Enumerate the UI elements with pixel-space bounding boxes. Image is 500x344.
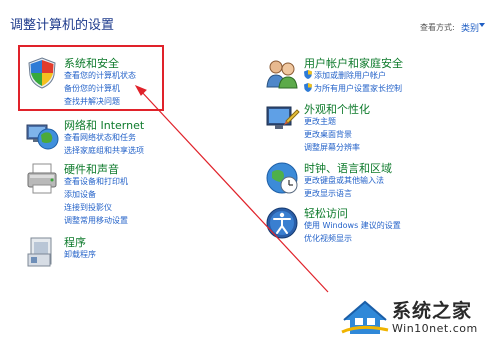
link-recommended-settings[interactable]: 使用 Windows 建议的设置: [304, 220, 401, 231]
watermark-title: 系统之家: [392, 300, 473, 322]
category-title-programs[interactable]: 程序: [64, 234, 86, 250]
watermark: 系统之家 Win10net.com: [340, 294, 500, 342]
appearance-icon: [266, 106, 300, 129]
watermark-url: Win10net.com: [392, 322, 478, 335]
category-programs: 程序 卸载程序: [24, 234, 174, 270]
link-optimize-visual[interactable]: 优化视频显示: [304, 233, 352, 244]
highlight-box: [18, 45, 164, 111]
ease-of-access-icon: [266, 207, 298, 239]
clock-globe-icon: [266, 162, 298, 194]
globe-network-icon: [26, 124, 59, 150]
category-user-accounts: 用户帐户和家庭安全 添加或删除用户帐户 为所有用户设置家长控制: [264, 55, 434, 95]
category-title-appearance[interactable]: 外观和个性化: [304, 101, 370, 117]
category-appearance: 外观和个性化 更改主题 更改桌面背景 调整屏幕分辨率: [264, 101, 414, 153]
link-screen-resolution[interactable]: 调整屏幕分辨率: [304, 142, 360, 153]
view-by-label: 查看方式:: [420, 23, 455, 32]
users-icon: [266, 60, 298, 89]
link-desktop-background[interactable]: 更改桌面背景: [304, 129, 352, 140]
uac-shield-icon: [304, 70, 312, 79]
category-title-ease-of-access[interactable]: 轻松访问: [304, 205, 348, 221]
link-devices-printers[interactable]: 查看设备和打印机: [64, 176, 128, 187]
link-mobility-settings[interactable]: 调整常用移动设置: [64, 215, 128, 226]
link-add-remove-accounts-text: 添加或删除用户帐户: [314, 71, 386, 80]
link-network-status[interactable]: 查看网络状态和任务: [64, 132, 136, 143]
link-change-theme[interactable]: 更改主题: [304, 116, 336, 127]
category-clock-language: 时钟、语言和区域 更改键盘或其他输入法 更改显示语言: [264, 160, 434, 200]
link-parental-controls[interactable]: 为所有用户设置家长控制: [304, 83, 402, 94]
category-hardware: 硬件和声音 查看设备和打印机 添加设备 连接到投影仪 调整常用移动设置: [24, 161, 184, 227]
programs-icon: [27, 237, 52, 267]
category-title-hardware[interactable]: 硬件和声音: [64, 161, 119, 177]
link-add-device[interactable]: 添加设备: [64, 189, 96, 200]
link-uninstall-program[interactable]: 卸载程序: [64, 249, 96, 260]
page-title: 调整计算机的设置: [10, 18, 115, 33]
house-logo-icon: [341, 300, 389, 334]
category-title-user-accounts[interactable]: 用户帐户和家庭安全: [304, 55, 403, 71]
category-ease-of-access: 轻松访问 使用 Windows 建议的设置 优化视频显示: [264, 205, 444, 245]
category-title-network[interactable]: 网络和 Internet: [64, 117, 144, 133]
category-network: 网络和 Internet 查看网络状态和任务 选择家庭组和共享选项: [24, 117, 184, 157]
printer-icon: [27, 163, 57, 194]
link-keyboard-input[interactable]: 更改键盘或其他输入法: [304, 175, 384, 186]
link-homegroup-sharing[interactable]: 选择家庭组和共享选项: [64, 145, 144, 156]
uac-shield-icon: [304, 83, 312, 92]
category-title-clock[interactable]: 时钟、语言和区域: [304, 160, 392, 176]
link-display-language[interactable]: 更改显示语言: [304, 188, 352, 199]
chevron-down-icon[interactable]: [479, 23, 485, 27]
link-parental-controls-text: 为所有用户设置家长控制: [314, 84, 402, 93]
link-add-remove-accounts[interactable]: 添加或删除用户帐户: [304, 70, 386, 81]
link-connect-projector[interactable]: 连接到投影仪: [64, 202, 112, 213]
view-by-dropdown[interactable]: 类别: [461, 21, 479, 34]
